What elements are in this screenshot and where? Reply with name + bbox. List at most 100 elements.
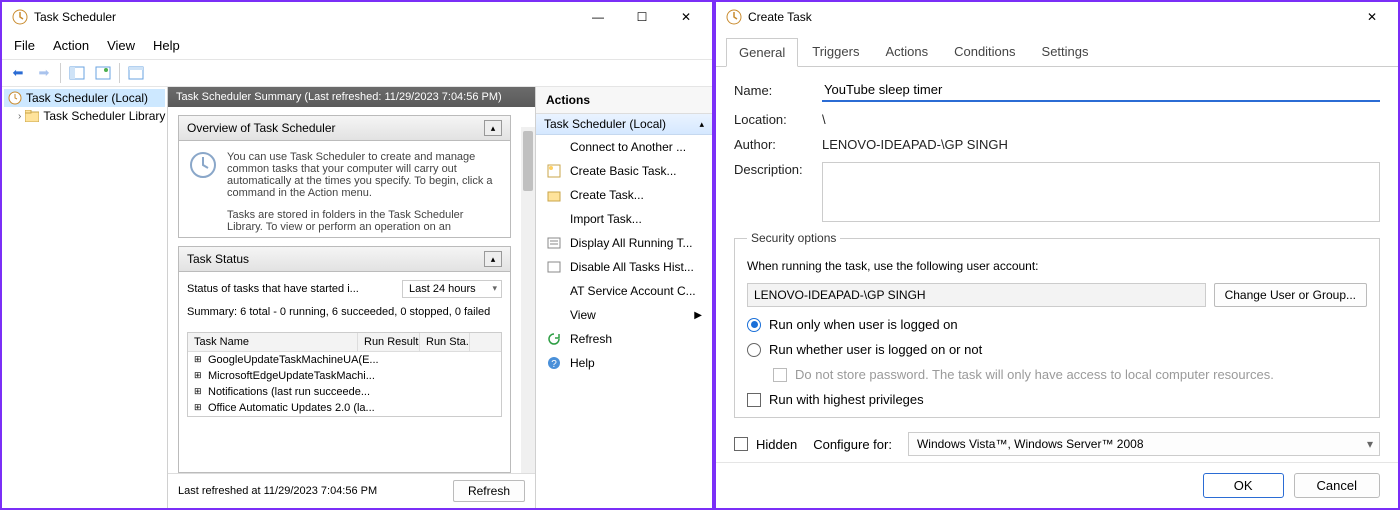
action-help[interactable]: ?Help bbox=[536, 351, 712, 375]
table-row[interactable]: ⊞Notifications (last run succeede... bbox=[188, 384, 501, 400]
menu-help[interactable]: Help bbox=[145, 34, 188, 57]
radio-icon bbox=[747, 318, 761, 332]
tab-actions[interactable]: Actions bbox=[873, 38, 940, 66]
author-value: LENOVO-IDEAPAD-\GP SINGH bbox=[822, 137, 1380, 152]
scrollbar[interactable] bbox=[521, 127, 535, 473]
checkbox-icon bbox=[734, 437, 748, 451]
location-label: Location: bbox=[734, 112, 812, 127]
summary-pane: Task Scheduler Summary (Last refreshed: … bbox=[168, 87, 536, 508]
maximize-button[interactable]: ☐ bbox=[620, 3, 664, 31]
action-import[interactable]: Import Task... bbox=[536, 207, 712, 231]
minimize-button[interactable]: — bbox=[576, 3, 620, 31]
tree-root[interactable]: Task Scheduler (Local) bbox=[4, 89, 165, 107]
table-row[interactable]: ⊞Office Automatic Updates 2.0 (la... bbox=[188, 400, 501, 416]
summary-header: Task Scheduler Summary (Last refreshed: … bbox=[168, 87, 535, 107]
expand-icon[interactable]: › bbox=[18, 111, 21, 122]
tab-settings[interactable]: Settings bbox=[1030, 38, 1101, 66]
titlebar: Create Task ✕ bbox=[716, 2, 1398, 32]
actions-header: Actions bbox=[536, 87, 712, 114]
clock-icon bbox=[189, 151, 217, 179]
task-status-title: Task Status bbox=[187, 252, 249, 266]
radio-logged-on[interactable]: Run only when user is logged on bbox=[747, 317, 1367, 332]
view-icon bbox=[546, 307, 562, 323]
back-button[interactable]: ⬅ bbox=[6, 62, 30, 84]
change-user-button[interactable]: Change User or Group... bbox=[1214, 283, 1367, 307]
submenu-arrow-icon: ▶ bbox=[694, 310, 702, 321]
close-button[interactable]: ✕ bbox=[664, 3, 708, 31]
table-row[interactable]: ⊞MicrosoftEdgeUpdateTaskMachi... bbox=[188, 368, 501, 384]
checkbox-icon bbox=[747, 393, 761, 407]
status-label: Status of tasks that have started i... bbox=[187, 283, 394, 295]
action-create-task[interactable]: Create Task... bbox=[536, 183, 712, 207]
wizard-icon bbox=[546, 163, 562, 179]
radio-logged-on-or-not[interactable]: Run whether user is logged on or not bbox=[747, 342, 1367, 357]
action-refresh[interactable]: Refresh bbox=[536, 327, 712, 351]
action-view[interactable]: View▶ bbox=[536, 303, 712, 327]
menu-file[interactable]: File bbox=[6, 34, 43, 57]
name-input[interactable] bbox=[822, 79, 1380, 102]
action-create-basic[interactable]: Create Basic Task... bbox=[536, 159, 712, 183]
name-label: Name: bbox=[734, 83, 812, 98]
radio-icon bbox=[747, 343, 761, 357]
help-icon: ? bbox=[546, 355, 562, 371]
tab-conditions[interactable]: Conditions bbox=[942, 38, 1027, 66]
expand-icon[interactable]: ⊞ bbox=[194, 402, 204, 414]
collapse-button[interactable]: ▴ bbox=[484, 251, 502, 267]
collapse-icon[interactable]: ▴ bbox=[699, 119, 704, 130]
tree-root-label: Task Scheduler (Local) bbox=[26, 91, 148, 105]
toolbar-icon-1[interactable] bbox=[65, 62, 89, 84]
tree-child-label: Task Scheduler Library bbox=[43, 109, 165, 123]
action-disable-history[interactable]: Disable All Tasks Hist... bbox=[536, 255, 712, 279]
security-options-group: Security options When running the task, … bbox=[734, 238, 1380, 418]
author-label: Author: bbox=[734, 137, 812, 152]
action-at-service[interactable]: AT Service Account C... bbox=[536, 279, 712, 303]
expand-icon[interactable]: ⊞ bbox=[194, 386, 204, 398]
description-input[interactable] bbox=[822, 162, 1380, 222]
close-button[interactable]: ✕ bbox=[1350, 3, 1394, 31]
list-icon bbox=[546, 235, 562, 251]
history-icon bbox=[546, 259, 562, 275]
table-row[interactable]: ⊞GoogleUpdateTaskMachineUA(E... bbox=[188, 352, 501, 368]
col-task-name[interactable]: Task Name bbox=[188, 333, 358, 351]
task-icon bbox=[546, 187, 562, 203]
expand-icon[interactable]: ⊞ bbox=[194, 370, 204, 382]
account-field: LENOVO-IDEAPAD-\GP SINGH bbox=[747, 283, 1206, 307]
expand-icon[interactable]: ⊞ bbox=[194, 354, 204, 366]
col-run-result[interactable]: Run Result bbox=[358, 333, 420, 351]
action-connect[interactable]: Connect to Another ... bbox=[536, 135, 712, 159]
menu-action[interactable]: Action bbox=[45, 34, 97, 57]
menu-view[interactable]: View bbox=[99, 34, 143, 57]
tree-child[interactable]: › Task Scheduler Library bbox=[4, 107, 165, 125]
toolbar-icon-2[interactable] bbox=[91, 62, 115, 84]
actions-pane: Actions Task Scheduler (Local) ▴ Connect… bbox=[536, 87, 712, 508]
checkbox-icon bbox=[773, 368, 787, 382]
security-when-text: When running the task, use the following… bbox=[747, 259, 1367, 273]
toolbar-icon-3[interactable] bbox=[124, 62, 148, 84]
col-run-start[interactable]: Run Sta... bbox=[420, 333, 470, 351]
security-title: Security options bbox=[747, 231, 840, 245]
tab-triggers[interactable]: Triggers bbox=[800, 38, 871, 66]
status-summary: Summary: 6 total - 0 running, 6 succeede… bbox=[187, 306, 502, 318]
refresh-button[interactable]: Refresh bbox=[453, 480, 525, 502]
connect-icon bbox=[546, 139, 562, 155]
task-scheduler-window: Task Scheduler — ☐ ✕ File Action View He… bbox=[0, 0, 714, 510]
configure-for-combo[interactable]: Windows Vista™, Windows Server™ 2008 bbox=[908, 432, 1380, 456]
ok-button[interactable]: OK bbox=[1203, 473, 1284, 498]
location-value: \ bbox=[822, 112, 1380, 127]
overview-text-2: Tasks are stored in folders in the Task … bbox=[227, 209, 500, 233]
overview-title: Overview of Task Scheduler bbox=[187, 121, 336, 135]
import-icon bbox=[546, 211, 562, 227]
time-range-combo[interactable]: Last 24 hours bbox=[402, 280, 502, 298]
forward-button[interactable]: ➡ bbox=[32, 62, 56, 84]
create-task-dialog: Create Task ✕ General Triggers Actions C… bbox=[714, 0, 1400, 510]
checkbox-no-password: Do not store password. The task will onl… bbox=[747, 367, 1367, 382]
tab-general[interactable]: General bbox=[726, 38, 798, 67]
checkbox-highest-privileges[interactable]: Run with highest privileges bbox=[747, 392, 1367, 407]
toolbar: ⬅ ➡ bbox=[2, 59, 712, 87]
checkbox-hidden[interactable]: Hidden bbox=[734, 437, 797, 452]
collapse-button[interactable]: ▴ bbox=[484, 120, 502, 136]
description-label: Description: bbox=[734, 162, 812, 177]
action-display-running[interactable]: Display All Running T... bbox=[536, 231, 712, 255]
cancel-button[interactable]: Cancel bbox=[1294, 473, 1380, 498]
tree-pane: Task Scheduler (Local) › Task Scheduler … bbox=[2, 87, 168, 508]
